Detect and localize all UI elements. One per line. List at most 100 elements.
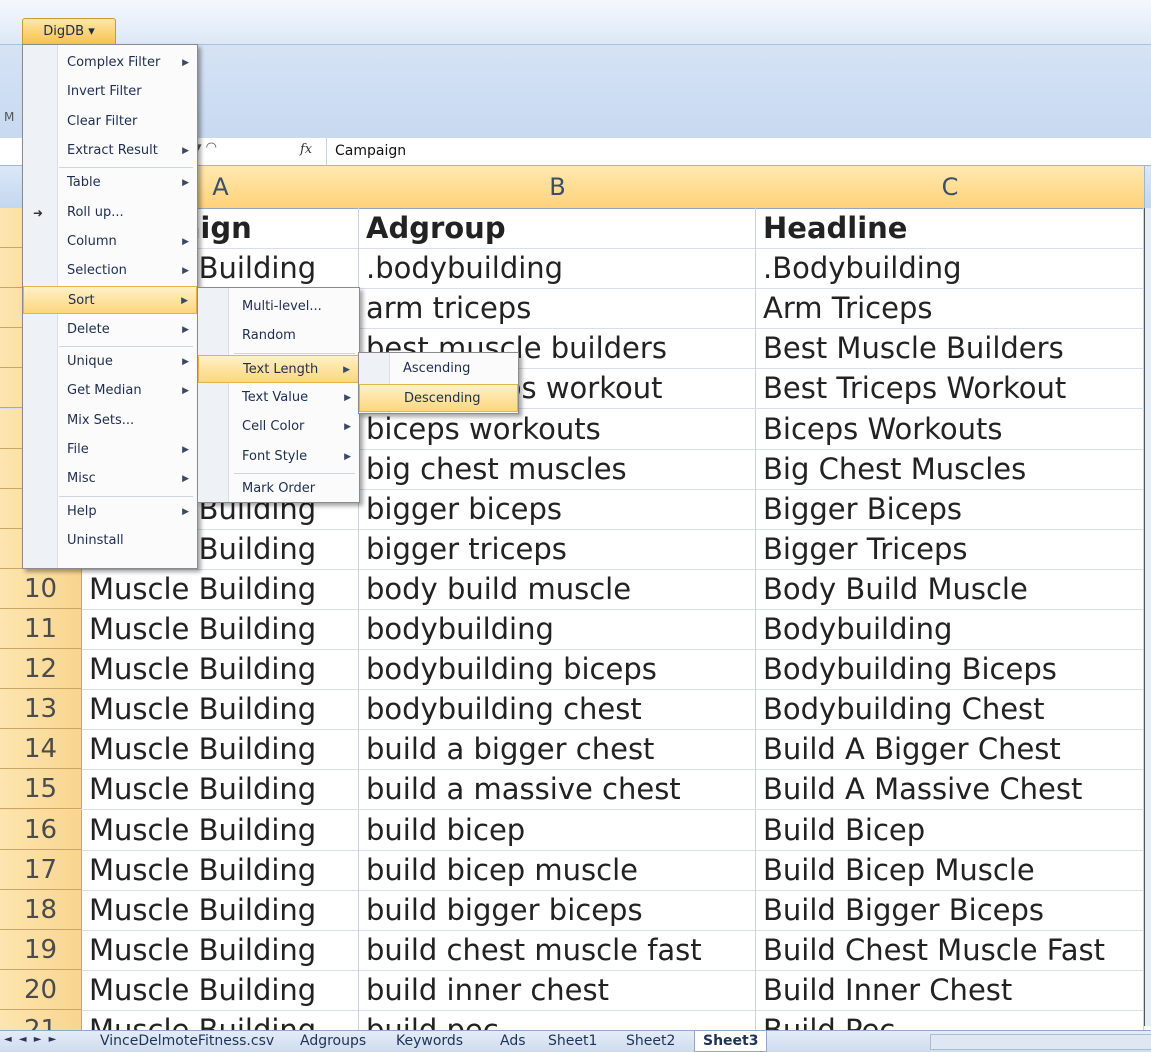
cell-a[interactable]: Muscle Building	[82, 969, 359, 1010]
sheet-tab[interactable]: Sheet3	[694, 1031, 768, 1052]
menu-item[interactable]: ➜ Roll up...	[23, 199, 197, 227]
cell-b[interactable]: biceps workouts	[359, 408, 756, 449]
sheet-nav-arrows[interactable]: ◄ ◄ ► ►	[4, 1034, 58, 1045]
menu-item[interactable]: Column ▶	[23, 228, 197, 256]
cell-c[interactable]: Bigger Triceps	[756, 528, 1144, 569]
menu-item[interactable]: Descending	[359, 384, 518, 413]
menu-item[interactable]: Unique ▶	[23, 348, 197, 376]
menu-item[interactable]: Uninstall	[23, 527, 197, 555]
row-number[interactable]: 17	[0, 849, 82, 890]
cell-b[interactable]: body build muscle	[359, 568, 756, 609]
cell-b[interactable]: build bicep	[359, 809, 756, 850]
cell-a[interactable]: Muscle Building	[82, 889, 359, 930]
cell-b[interactable]: .bodybuilding	[359, 248, 756, 289]
cell-c[interactable]: Build A Massive Chest	[756, 769, 1144, 810]
menu-item[interactable]: Cell Color ▶	[198, 413, 359, 441]
cell-c[interactable]: Build Bicep	[756, 809, 1144, 850]
formula-input[interactable]: Campaign	[326, 138, 1151, 165]
menu-item[interactable]: Random	[198, 322, 359, 350]
menu-item[interactable]: Multi-level...	[198, 293, 359, 321]
cell-b[interactable]: Adgroup	[359, 208, 756, 248]
menu-item[interactable]: Delete ▶	[23, 316, 197, 344]
menu-item[interactable]: File ▶	[23, 436, 197, 464]
menu-item[interactable]: Mark Order	[198, 475, 359, 503]
menu-item[interactable]: Text Value ▶	[198, 384, 359, 412]
sheet-tab[interactable]: Sheet1	[540, 1031, 605, 1051]
cell-b[interactable]: arm triceps	[359, 288, 756, 329]
cell-c[interactable]: Build Inner Chest	[756, 969, 1144, 1010]
menu-item[interactable]: Complex Filter ▶	[23, 49, 197, 77]
cell-a[interactable]: Muscle Building	[82, 568, 359, 609]
cell-c[interactable]: Big Chest Muscles	[756, 448, 1144, 489]
cell-b[interactable]: bodybuilding biceps	[359, 649, 756, 690]
row-number[interactable]: 20	[0, 969, 82, 1010]
cell-b[interactable]: build bicep muscle	[359, 849, 756, 890]
cell-b[interactable]: bigger triceps	[359, 528, 756, 569]
cell-c[interactable]: Bigger Biceps	[756, 488, 1144, 529]
row-number[interactable]: 13	[0, 689, 82, 730]
cell-c[interactable]: Build Chest Muscle Fast	[756, 929, 1144, 970]
row-number[interactable]: 19	[0, 929, 82, 970]
cell-a[interactable]: Muscle Building	[82, 769, 359, 810]
menu-item[interactable]: Help ▶	[23, 498, 197, 526]
cell-c[interactable]: Build Bicep Muscle	[756, 849, 1144, 890]
row-number[interactable]: 10	[0, 568, 82, 609]
menu-item[interactable]: Ascending	[359, 355, 518, 383]
menu-item[interactable]: Mix Sets...	[23, 407, 197, 435]
row-number[interactable]: 16	[0, 809, 82, 850]
menu-item[interactable]: Extract Result ▶	[23, 137, 197, 165]
cell-c[interactable]: Bodybuilding	[756, 609, 1144, 649]
menu-item[interactable]: Get Median ▶	[23, 377, 197, 405]
cell-b[interactable]: build inner chest	[359, 969, 756, 1010]
cell-c[interactable]: Best Triceps Workout	[756, 368, 1144, 409]
sheet-tab[interactable]: Keywords	[388, 1031, 471, 1051]
cell-a[interactable]: Muscle Building	[82, 689, 359, 730]
sheet-tab[interactable]: Adgroups	[292, 1031, 374, 1051]
row-number[interactable]: 12	[0, 649, 82, 690]
column-header-c[interactable]: C	[756, 166, 1145, 208]
cell-b[interactable]: big chest muscles	[359, 448, 756, 489]
cell-c[interactable]: Bodybuilding Chest	[756, 689, 1144, 730]
cell-b[interactable]: bigger biceps	[359, 488, 756, 529]
cell-a[interactable]: Muscle Building	[82, 929, 359, 970]
row-number[interactable]: 15	[0, 769, 82, 810]
cell-b[interactable]: bodybuilding chest	[359, 689, 756, 730]
cell-c[interactable]: Body Build Muscle	[756, 568, 1144, 609]
menu-item[interactable]: Table ▶	[23, 169, 197, 197]
menu-item[interactable]: Selection ▶	[23, 257, 197, 285]
menu-item[interactable]: Font Style ▶	[198, 443, 359, 471]
menu-item[interactable]: Sort ▶	[23, 286, 197, 315]
cell-c[interactable]: Headline	[756, 208, 1144, 248]
digdb-tab[interactable]: DigDB ▾	[22, 18, 116, 45]
cell-b[interactable]: build a massive chest	[359, 769, 756, 810]
cell-b[interactable]: build bigger biceps	[359, 889, 756, 930]
sheet-tab[interactable]: Ads	[492, 1031, 534, 1051]
sheet-tab[interactable]: Sheet2	[618, 1031, 683, 1051]
cell-b[interactable]: bodybuilding	[359, 609, 756, 649]
cell-a[interactable]: Muscle Building	[82, 649, 359, 690]
cell-c[interactable]: Arm Triceps	[756, 288, 1144, 329]
horizontal-scrollbar[interactable]	[930, 1034, 1151, 1050]
cell-c[interactable]: Biceps Workouts	[756, 408, 1144, 449]
menu-item[interactable]: Misc ▶	[23, 465, 197, 493]
cell-a[interactable]: Muscle Building	[82, 609, 359, 649]
menu-item[interactable]: Text Length ▶	[198, 354, 359, 383]
sheet-tab[interactable]: VinceDelmoteFitness.csv	[92, 1031, 282, 1051]
cell-c[interactable]: Build A Bigger Chest	[756, 729, 1144, 770]
cell-a[interactable]: Muscle Building	[82, 729, 359, 770]
row-number[interactable]: 14	[0, 729, 82, 770]
cell-a[interactable]: Muscle Building	[82, 809, 359, 850]
menu-item[interactable]: Clear Filter	[23, 108, 197, 136]
cell-c[interactable]: .Bodybuilding	[756, 248, 1144, 289]
cell-c[interactable]: Best Muscle Builders	[756, 328, 1144, 369]
row-number[interactable]: 11	[0, 609, 82, 649]
fx-icon[interactable]: fx	[300, 142, 312, 157]
cell-c[interactable]: Build Bigger Biceps	[756, 889, 1144, 930]
cell-b[interactable]: build a bigger chest	[359, 729, 756, 770]
cell-b[interactable]: build chest muscle fast	[359, 929, 756, 970]
column-header-b[interactable]: B	[359, 166, 757, 208]
cell-a[interactable]: Muscle Building	[82, 849, 359, 890]
cell-c[interactable]: Bodybuilding Biceps	[756, 649, 1144, 690]
menu-item[interactable]: Invert Filter	[23, 78, 197, 106]
row-number[interactable]: 18	[0, 889, 82, 930]
